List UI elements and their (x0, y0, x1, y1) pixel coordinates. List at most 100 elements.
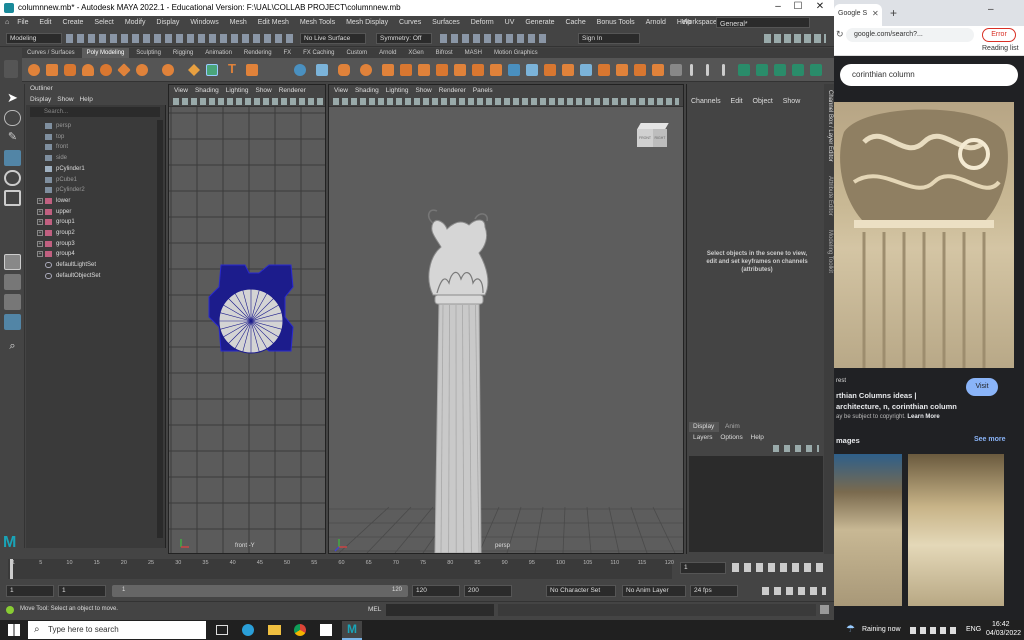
vp-front-menu-view[interactable]: View (174, 87, 188, 94)
sweep-mesh-icon[interactable] (188, 64, 200, 76)
outliner-item[interactable]: + group4 (26, 249, 160, 259)
reload-icon[interactable]: ↻ (836, 29, 844, 40)
shelf-tab-arnold[interactable]: Arnold (374, 48, 401, 58)
outliner-item[interactable]: + group1 (26, 217, 160, 227)
range-end-outer-field[interactable]: 200 (464, 585, 512, 597)
side-tab-modeling-toolkit[interactable]: Modeling Toolkit (827, 230, 833, 273)
viewcube[interactable]: FRONT RIGHT (637, 123, 669, 149)
menu-file[interactable]: File (17, 16, 28, 30)
sign-in-button[interactable]: Sign In (578, 33, 640, 44)
viewcube-front-face[interactable]: FRONT (637, 129, 653, 147)
poly-cone-icon[interactable] (82, 64, 94, 76)
outliner-item[interactable]: side (26, 153, 160, 163)
sculpt-icon[interactable] (738, 64, 750, 76)
menu-select[interactable]: Select (94, 16, 113, 30)
combine-icon[interactable] (294, 64, 306, 76)
curve-tool-icon[interactable] (206, 64, 218, 76)
script-editor-icon[interactable] (820, 605, 829, 614)
home-icon[interactable]: ⌂ (5, 16, 9, 30)
outliner-item[interactable]: pCube1 (26, 175, 160, 185)
visit-button[interactable]: Visit (966, 378, 998, 396)
spherical-uv-icon[interactable] (652, 64, 664, 76)
super-shape-icon[interactable] (162, 64, 174, 76)
menu-mesh[interactable]: Mesh (230, 16, 247, 30)
layer-tab-anim[interactable]: Anim (721, 422, 751, 432)
viewport-front[interactable]: View Shading Lighting Show Renderer fron… (168, 84, 326, 554)
measure-icon[interactable] (722, 64, 725, 76)
symmetry-select[interactable]: Symmetry: Off (376, 33, 432, 44)
grab-icon[interactable] (774, 64, 786, 76)
edge-icon[interactable] (242, 624, 254, 636)
outliner-item[interactable]: + lower (26, 196, 160, 206)
layer-icons[interactable] (773, 445, 819, 452)
vp-persp-tool-icons[interactable] (333, 98, 679, 105)
outliner-item[interactable]: + upper (26, 207, 160, 217)
related-image-1[interactable] (834, 454, 902, 606)
range-end-field[interactable]: 120 (412, 585, 460, 597)
smooth-icon[interactable] (338, 64, 350, 76)
character-set-select[interactable]: No Character Set (546, 585, 616, 597)
shelf-tab-mash[interactable]: MASH (460, 48, 487, 58)
menu-mesh-tools[interactable]: Mesh Tools (300, 16, 335, 30)
menuset-select[interactable]: Modeling (6, 33, 62, 44)
single-view-icon[interactable] (4, 254, 21, 270)
shelf-tab-sculpting[interactable]: Sculpting (131, 48, 166, 58)
shelf-tab-xgen[interactable]: XGen (403, 48, 428, 58)
lasso-tool-icon[interactable] (4, 110, 21, 126)
poly-cylinder-icon[interactable] (64, 64, 76, 76)
snip-icon[interactable] (320, 624, 332, 636)
target-weld-icon[interactable] (526, 64, 538, 76)
tray-icons[interactable] (910, 627, 958, 634)
scale-tool-icon[interactable] (4, 190, 21, 206)
vp-front-menu-show[interactable]: Show (255, 87, 271, 94)
menu-display[interactable]: Display (156, 16, 179, 30)
menu-deform[interactable]: Deform (471, 16, 494, 30)
range-start-field[interactable]: 1 (6, 585, 54, 597)
side-tab-channel-box[interactable]: Channel Box / Layer Editor (827, 90, 833, 162)
shelf-tab-motion-graphics[interactable]: Motion Graphics (489, 48, 543, 58)
url-field[interactable]: google.com/search?... (846, 28, 974, 42)
expand-icon[interactable]: + (37, 197, 43, 204)
rotate-tool-icon[interactable] (4, 170, 21, 186)
maya-taskbar-icon[interactable]: M (342, 621, 362, 640)
menu-mesh-display[interactable]: Mesh Display (346, 16, 388, 30)
uv-editor-icon[interactable] (544, 64, 556, 76)
clock-date[interactable]: 04/03/2022 (986, 630, 1021, 637)
outliner-menu-display[interactable]: Display (30, 96, 51, 103)
menu-cache[interactable]: Cache (565, 16, 585, 30)
vp-persp-menu-lighting[interactable]: Lighting (386, 87, 409, 94)
error-button[interactable]: Error (982, 28, 1016, 42)
poly-disc-icon[interactable] (136, 64, 148, 76)
range-extra-icons[interactable] (762, 587, 826, 595)
expand-icon[interactable]: + (37, 208, 43, 215)
vp-front-tool-icons[interactable] (173, 98, 323, 105)
channel-menu-object[interactable]: Object (753, 98, 773, 105)
separate-icon[interactable] (316, 64, 328, 76)
task-view-icon[interactable] (216, 625, 228, 635)
svg-icon[interactable] (246, 64, 258, 76)
outliner-item[interactable]: + group2 (26, 228, 160, 238)
range-slider[interactable]: 1 1 1 120 120 200 No Character Set No An… (0, 583, 834, 598)
mirror-icon[interactable] (490, 64, 502, 76)
mel-input[interactable] (386, 604, 494, 616)
cylindrical-uv-icon[interactable] (634, 64, 646, 76)
outliner-item[interactable]: persp (26, 121, 160, 131)
clock-time[interactable]: 16:42 (992, 621, 1010, 628)
result-title[interactable]: rthian Columns ideas | architecture, n, … (836, 390, 962, 412)
live-surface-select[interactable]: No Live Surface (300, 33, 366, 44)
move-tool-icon[interactable] (4, 150, 21, 166)
append-icon[interactable] (454, 64, 466, 76)
side-by-side-icon[interactable] (4, 294, 21, 310)
soft-select-icon[interactable] (690, 64, 693, 76)
outliner-scrollbar[interactable] (157, 120, 163, 538)
shelf-tab-rendering[interactable]: Rendering (239, 48, 277, 58)
learn-more-link[interactable]: Learn More (907, 414, 939, 420)
viewport-persp[interactable]: View Shading Lighting Show Renderer Pane… (328, 84, 684, 554)
related-image-2[interactable] (908, 454, 1004, 606)
shelf-tab-curves-surfaces[interactable]: Curves / Surfaces (22, 48, 80, 58)
vp-front-menu-shading[interactable]: Shading (195, 87, 219, 94)
range-bar[interactable]: 1 120 (112, 585, 408, 597)
delete-history-icon[interactable] (670, 64, 682, 76)
merge-icon[interactable] (508, 64, 520, 76)
bevel-icon[interactable] (418, 64, 430, 76)
